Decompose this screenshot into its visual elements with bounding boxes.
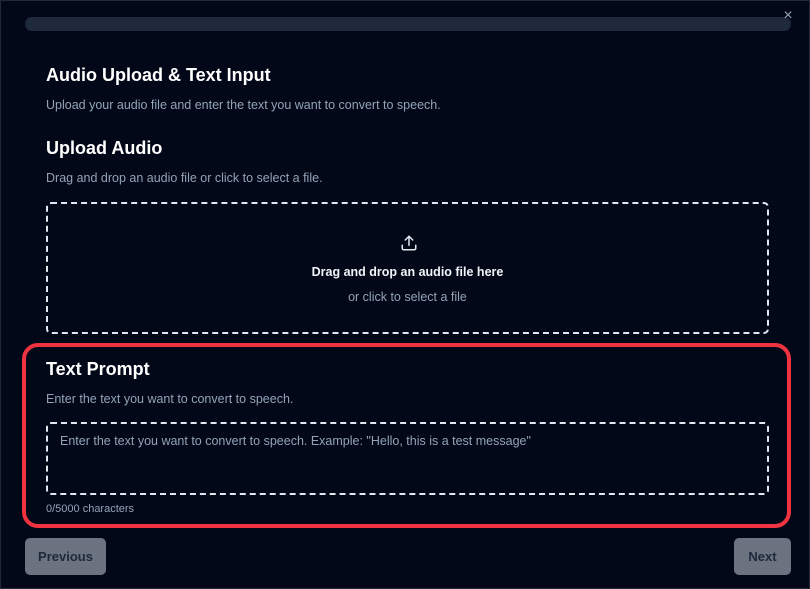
dropzone-subtitle: or click to select a file bbox=[348, 290, 467, 304]
audio-dropzone[interactable]: Drag and drop an audio file here or clic… bbox=[46, 202, 769, 334]
upload-description: Drag and drop an audio file or click to … bbox=[46, 171, 323, 185]
next-button[interactable]: Next bbox=[734, 538, 791, 575]
upload-icon bbox=[401, 235, 417, 251]
close-icon[interactable]: × bbox=[779, 7, 797, 25]
progress-bar bbox=[25, 17, 791, 31]
text-prompt-description: Enter the text you want to convert to sp… bbox=[46, 392, 294, 406]
dialog: × Audio Upload & Text Input Upload your … bbox=[0, 0, 810, 589]
previous-button[interactable]: Previous bbox=[25, 538, 106, 575]
text-prompt-input[interactable] bbox=[46, 422, 769, 495]
character-counter: 0/5000 characters bbox=[46, 503, 135, 515]
dialog-subtitle: Upload your audio file and enter the tex… bbox=[46, 98, 441, 112]
upload-heading: Upload Audio bbox=[46, 138, 163, 158]
text-prompt-heading: Text Prompt bbox=[46, 359, 150, 379]
dialog-title: Audio Upload & Text Input bbox=[46, 65, 271, 85]
dropzone-title: Drag and drop an audio file here bbox=[311, 265, 504, 279]
